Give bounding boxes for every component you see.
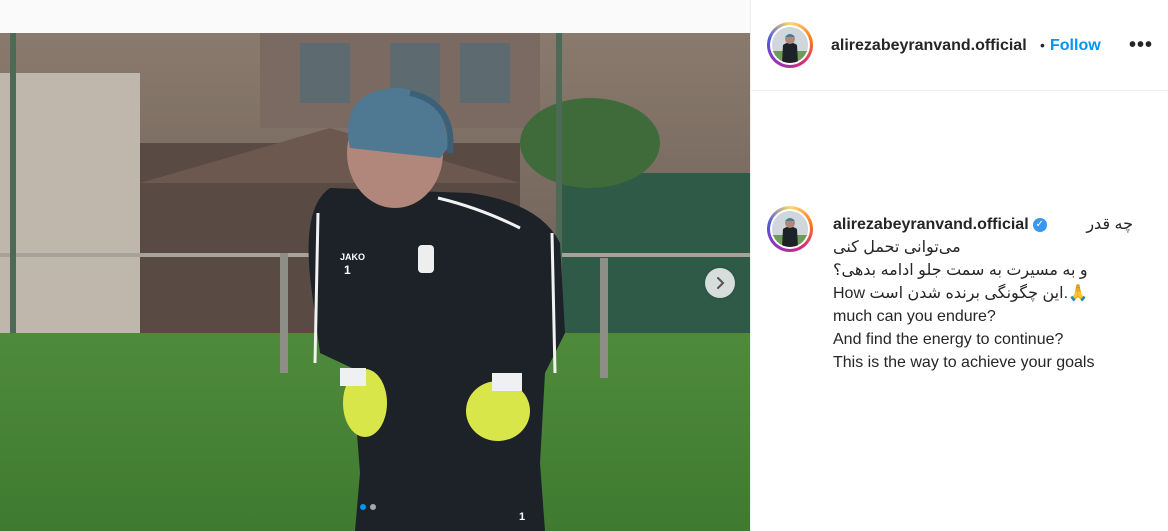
caption-avatar[interactable] xyxy=(767,206,813,252)
svg-text:JAKO: JAKO xyxy=(340,252,365,262)
carousel-next-button[interactable] xyxy=(705,268,735,298)
caption-line: 🙏.این چگونگی برنده شدن است How xyxy=(833,285,1088,302)
caption-line: much can you endure? xyxy=(833,308,996,325)
avatar-image xyxy=(772,27,808,63)
caption-line: و به مسیرت به سمت جلو ادامه بدهی؟ xyxy=(833,262,1088,279)
post-header: alirezabeyranvand.official • Follow ••• xyxy=(751,0,1168,91)
header-separator: • xyxy=(1040,37,1045,53)
post-author-username[interactable]: alirezabeyranvand.official xyxy=(831,37,1027,55)
avatar[interactable] xyxy=(767,22,813,68)
svg-text:1: 1 xyxy=(344,263,351,277)
post-photo: JAKO 1 1 xyxy=(0,33,750,531)
chevron-right-icon xyxy=(717,277,725,289)
caption-line: چه قدر xyxy=(1086,216,1133,233)
carousel-indicator xyxy=(360,504,376,510)
caption-line: می‌توانی تحمل کنی xyxy=(833,239,961,256)
carousel-dot xyxy=(370,504,376,510)
post-side-panel: alirezabeyranvand.official • Follow ••• xyxy=(750,0,1168,531)
caption-line: And find the energy to continue? xyxy=(833,331,1064,348)
caption-first-line: alirezabeyranvand.official ✓ چه قدر xyxy=(833,213,1133,236)
caption-avatar-image xyxy=(772,211,808,247)
caption-username[interactable]: alirezabeyranvand.official xyxy=(833,213,1029,236)
verified-badge-icon: ✓ xyxy=(1032,217,1047,232)
post-media[interactable]: JAKO 1 1 xyxy=(0,0,750,531)
follow-button[interactable]: Follow xyxy=(1050,37,1101,55)
more-options-button[interactable]: ••• xyxy=(1129,34,1153,57)
carousel-dot-active xyxy=(360,504,366,510)
svg-text:1: 1 xyxy=(519,511,525,523)
caption-text: alirezabeyranvand.official ✓ چه قدر می‌ت… xyxy=(833,213,1133,374)
caption-line: This is the way to achieve your goals xyxy=(833,354,1095,371)
